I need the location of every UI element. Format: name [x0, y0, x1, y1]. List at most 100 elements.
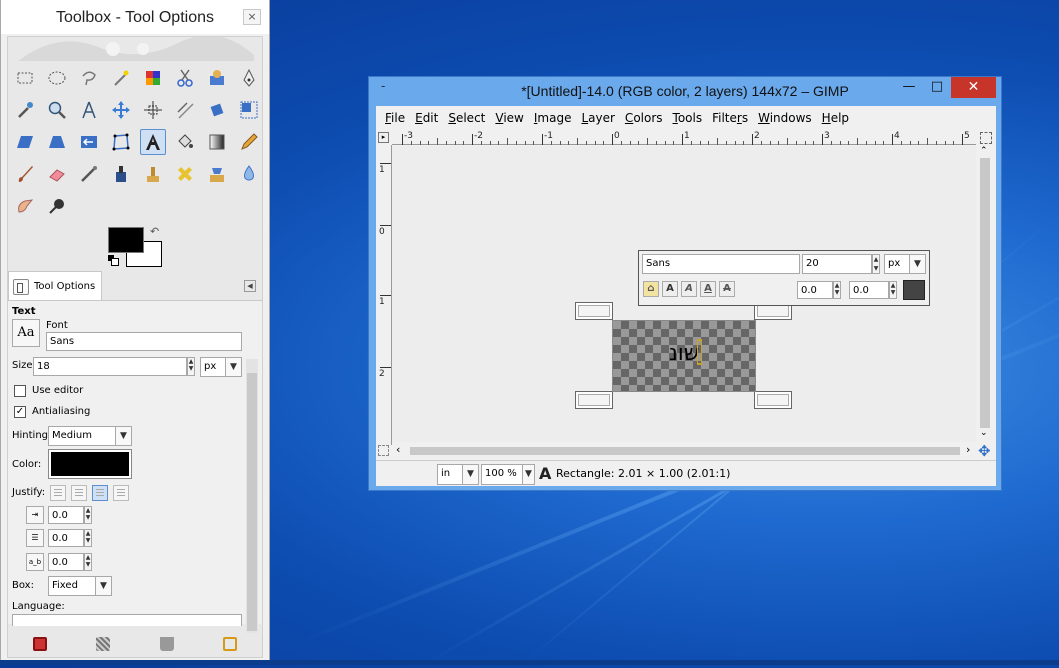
scroll-down-icon[interactable]: ⌄	[980, 428, 988, 438]
text-box-handle-br[interactable]	[754, 391, 792, 409]
scroll-left-icon[interactable]: ‹	[396, 443, 400, 456]
toolbox-close-button[interactable]: ×	[243, 9, 261, 25]
size-unit-select[interactable]: px ▼	[200, 357, 242, 377]
crop-icon[interactable]	[172, 97, 198, 123]
text-tool-icon[interactable]	[140, 129, 166, 155]
paths-icon[interactable]	[236, 65, 262, 91]
menu-select[interactable]: Select	[443, 111, 490, 125]
text-box-handle-bl[interactable]	[575, 391, 613, 409]
scroll-up-icon[interactable]: ⌃	[980, 146, 988, 156]
save-options-icon[interactable]	[32, 637, 47, 651]
italic-button[interactable]: A	[681, 281, 697, 297]
eraser-icon[interactable]	[44, 161, 70, 187]
foreground-color-swatch[interactable]	[108, 227, 144, 253]
clear-style-icon[interactable]: ⌂	[643, 281, 659, 297]
vertical-ruler[interactable]: 1 0 1 2	[376, 145, 392, 445]
style-size-field[interactable]: 20	[802, 254, 872, 274]
swap-colors-icon[interactable]: ↶	[150, 225, 159, 238]
foreground-select-icon[interactable]	[204, 65, 230, 91]
scroll-right-icon[interactable]: ›	[966, 443, 970, 456]
line-spacing-field[interactable]: 0.0	[48, 529, 84, 547]
zoom-icon[interactable]	[44, 97, 70, 123]
blend-icon[interactable]	[204, 129, 230, 155]
indent-stepper[interactable]: ▲ ▼	[84, 506, 92, 524]
minimize-button[interactable]: —	[895, 77, 923, 97]
underline-button[interactable]: A	[700, 281, 716, 297]
image-layer[interactable]: שונ	[612, 320, 756, 392]
select-by-color-icon[interactable]	[140, 65, 166, 91]
lasso-icon[interactable]	[76, 65, 102, 91]
scale-icon[interactable]	[236, 97, 262, 123]
horizontal-scrollbar-thumb[interactable]	[410, 447, 960, 455]
ink-icon[interactable]	[108, 161, 134, 187]
use-editor-checkbox[interactable]	[14, 385, 26, 397]
tab-menu-icon[interactable]: ◀	[244, 280, 256, 292]
heal-icon[interactable]	[172, 161, 198, 187]
blur-icon[interactable]	[236, 161, 262, 187]
letter-spacing-field[interactable]: 0.0	[48, 553, 84, 571]
hinting-select[interactable]: Medium ▼	[48, 426, 132, 446]
text-box-handle-tl[interactable]	[575, 302, 613, 320]
justify-left-button[interactable]	[50, 485, 66, 501]
move-icon[interactable]	[108, 97, 134, 123]
color-picker-icon[interactable]	[12, 97, 38, 123]
letter-spacing-stepper[interactable]: ▲ ▼	[84, 553, 92, 571]
flip-icon[interactable]	[76, 129, 102, 155]
options-scrollbar-thumb[interactable]	[247, 373, 257, 631]
airbrush-icon[interactable]	[76, 161, 102, 187]
tab-tool-options[interactable]: Tool Options	[8, 271, 102, 301]
baseline-field[interactable]: 0.0	[797, 281, 833, 299]
reset-options-icon[interactable]	[223, 637, 238, 651]
menu-file[interactable]: File	[380, 111, 410, 125]
ellipse-select-icon[interactable]	[44, 65, 70, 91]
dodge-burn-icon[interactable]	[44, 193, 70, 219]
size-stepper[interactable]: ▲ ▼	[187, 357, 195, 376]
zoom-fit-icon[interactable]	[980, 132, 992, 144]
menu-view[interactable]: View	[490, 111, 528, 125]
horizontal-ruler[interactable]: -3 -2 -1 0 1 2 3 4 5	[392, 130, 976, 145]
navigate-icon[interactable]: ✥	[978, 442, 991, 460]
unit-select[interactable]: in ▼	[437, 464, 479, 485]
menu-edit[interactable]: Edit	[410, 111, 443, 125]
vertical-scrollbar-thumb[interactable]	[980, 158, 990, 428]
font-preview-button[interactable]: Aa	[12, 319, 40, 347]
clone-icon[interactable]	[140, 161, 166, 187]
strikethrough-button[interactable]: A	[719, 281, 735, 297]
measure-icon[interactable]	[76, 97, 102, 123]
zoom-select[interactable]: 100 % ▼	[481, 464, 535, 485]
style-unit-select[interactable]: px ▼	[884, 254, 926, 274]
size-field[interactable]: 18	[33, 357, 187, 376]
horizontal-scrollbar[interactable]: ‹ ›	[392, 443, 976, 459]
scissors-icon[interactable]	[172, 65, 198, 91]
paintbrush-icon[interactable]	[12, 161, 38, 187]
menu-help[interactable]: Help	[817, 111, 854, 125]
menu-layer[interactable]: Layer	[576, 111, 619, 125]
menu-filters[interactable]: Filters	[707, 111, 753, 125]
language-field[interactable]	[12, 614, 242, 626]
image-menu-icon[interactable]: ▸	[378, 132, 389, 143]
justify-center-button[interactable]	[92, 485, 108, 501]
kerning-field[interactable]: 0.0	[849, 281, 889, 299]
indent-field[interactable]: 0.0	[48, 506, 84, 524]
justify-fill-button[interactable]	[113, 485, 129, 501]
canvas-text[interactable]: שונ	[669, 341, 699, 366]
menu-image[interactable]: Image	[529, 111, 577, 125]
restore-options-icon[interactable]	[96, 637, 111, 651]
fuzzy-select-icon[interactable]	[108, 65, 134, 91]
style-color-button[interactable]	[903, 280, 925, 300]
kerning-stepper[interactable]: ▲ ▼	[889, 281, 897, 299]
rotate-icon[interactable]	[204, 97, 230, 123]
bold-button[interactable]: A	[662, 281, 678, 297]
canvas-area[interactable]: שונ Sans 20 ▲ ▼ px ▼ ⌂ A A A A 0.0 ▲ ▼ 0.0 …	[392, 146, 976, 442]
font-field[interactable]: Sans	[46, 332, 242, 351]
pencil-icon[interactable]	[236, 129, 262, 155]
text-color-button[interactable]	[48, 449, 132, 479]
box-select[interactable]: Fixed ▼	[48, 576, 112, 596]
style-font-field[interactable]: Sans	[642, 254, 800, 274]
close-button[interactable]: ✕	[951, 77, 996, 98]
default-colors-icon[interactable]	[108, 255, 119, 266]
menu-windows[interactable]: Windows	[753, 111, 817, 125]
smudge-icon[interactable]	[12, 193, 38, 219]
rect-select-icon[interactable]	[12, 65, 38, 91]
maximize-button[interactable]: □	[923, 77, 951, 97]
